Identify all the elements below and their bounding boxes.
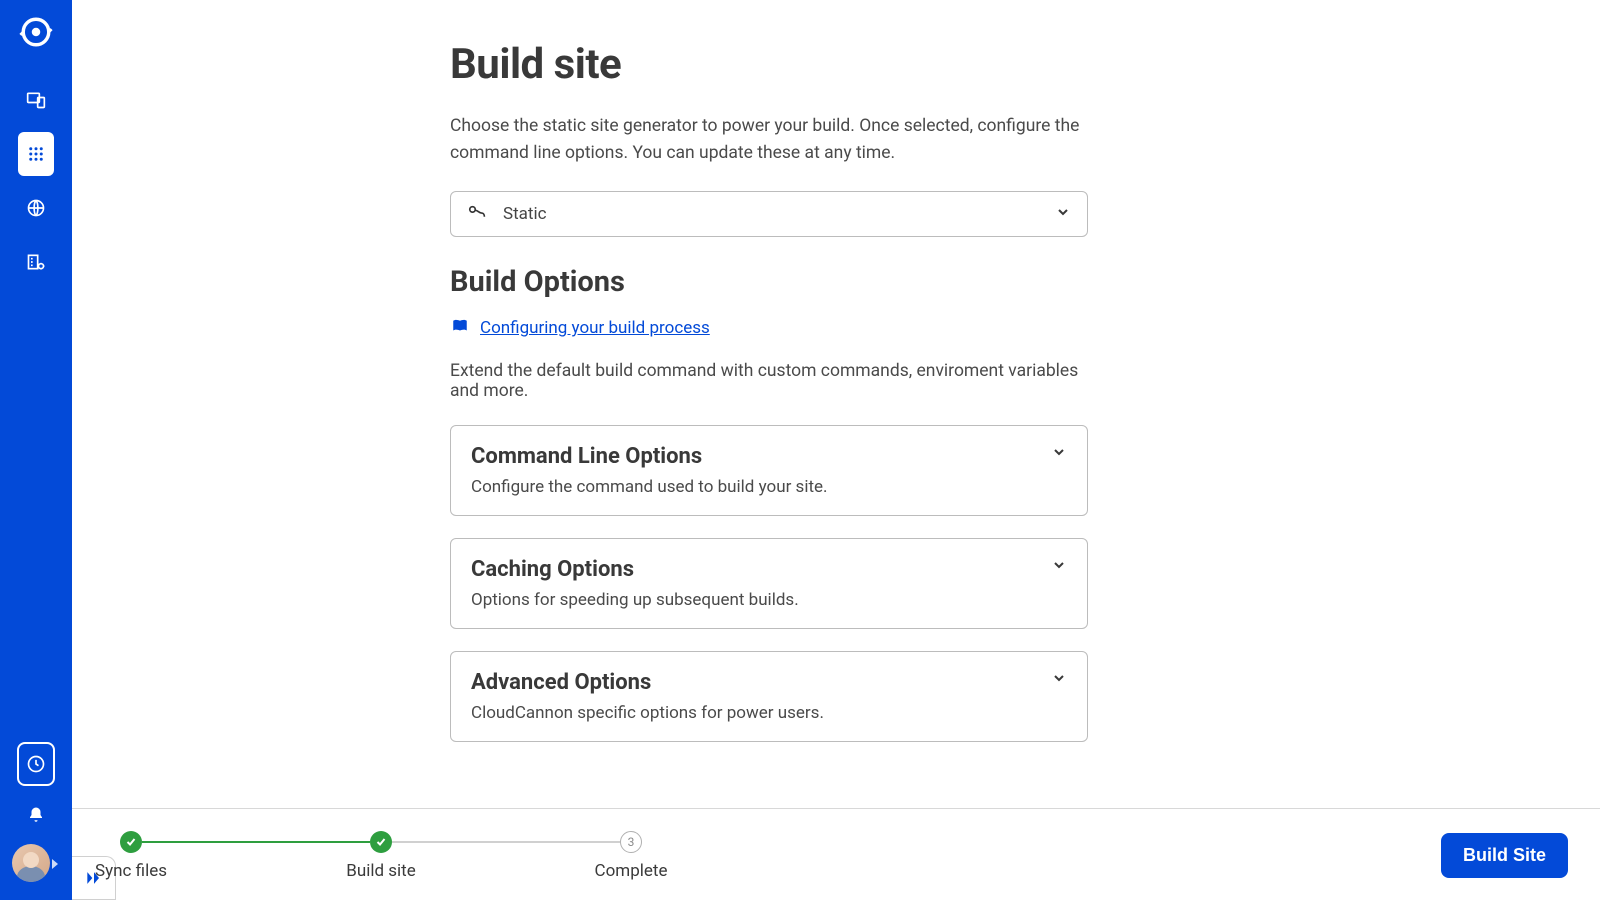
step-connector [392, 841, 620, 843]
accordion-title: Advanced Options [471, 670, 1067, 695]
build-options-description: Extend the default build command with cu… [450, 361, 1088, 401]
page-title: Build site [450, 40, 1088, 89]
step-number: 3 [620, 831, 642, 853]
user-menu[interactable] [12, 844, 60, 882]
chevron-down-icon [1051, 444, 1067, 464]
app-logo-icon [18, 14, 54, 50]
build-options-heading: Build Options [450, 265, 1088, 299]
ssg-select-value: Static [503, 204, 1041, 224]
doc-link[interactable]: Configuring your build process [480, 318, 710, 338]
chevron-down-icon [1051, 557, 1067, 577]
history-button[interactable] [17, 742, 55, 786]
nav-building-settings-icon[interactable] [18, 240, 54, 284]
check-icon [370, 831, 392, 853]
sidebar [0, 0, 72, 900]
accordion-command-line[interactable]: Command Line Options Configure the comma… [450, 425, 1088, 516]
nav-devices-icon[interactable] [18, 78, 54, 122]
chevron-down-icon [1051, 670, 1067, 690]
accordion-advanced[interactable]: Advanced Options CloudCannon specific op… [450, 651, 1088, 742]
notifications-icon[interactable] [18, 800, 54, 830]
doc-link-row: Configuring your build process [450, 317, 1088, 339]
accordion-caching[interactable]: Caching Options Options for speeding up … [450, 538, 1088, 629]
book-icon [450, 317, 470, 339]
stepper: Sync files Build site 3 Complete [120, 831, 642, 881]
step-connector [142, 841, 370, 843]
chevron-down-icon [1055, 204, 1071, 224]
build-site-button[interactable]: Build Site [1441, 833, 1568, 878]
check-icon [120, 831, 142, 853]
step-complete: 3 Complete [620, 831, 642, 881]
sidebar-bottom [12, 742, 60, 900]
accordion-desc: Options for speeding up subsequent build… [471, 590, 1067, 610]
step-build-site: Build site [370, 831, 392, 881]
page-description: Choose the static site generator to powe… [450, 113, 1088, 167]
content: Build site Choose the static site genera… [72, 0, 1600, 808]
accordion-desc: Configure the command used to build your… [471, 477, 1067, 497]
main: Build site Choose the static site genera… [72, 0, 1600, 900]
accordion-title: Command Line Options [471, 444, 1067, 469]
footer: Sync files Build site 3 Complete Build S… [72, 808, 1600, 900]
nav-grid-icon[interactable] [18, 132, 54, 176]
nav-globe-icon[interactable] [18, 186, 54, 230]
ssg-select[interactable]: Static [450, 191, 1088, 237]
accordion-desc: CloudCannon specific options for power u… [471, 703, 1067, 723]
sidebar-nav [18, 78, 54, 284]
static-icon [467, 203, 489, 225]
avatar [12, 844, 50, 882]
accordion-title: Caching Options [471, 557, 1067, 582]
caret-right-icon [52, 854, 60, 873]
step-sync-files: Sync files [120, 831, 142, 881]
